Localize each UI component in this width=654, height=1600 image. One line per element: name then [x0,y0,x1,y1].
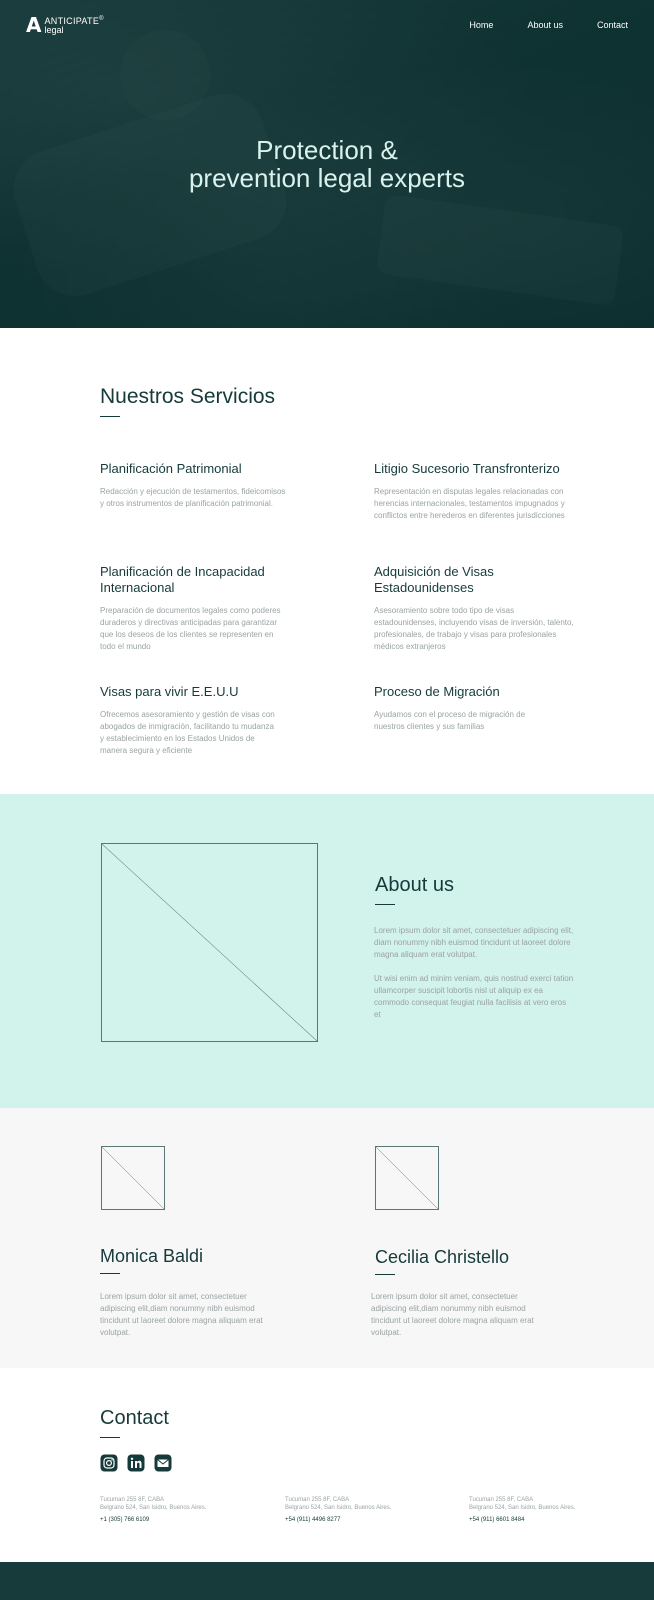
about-section: About us Lorem ipsum dolor sit amet, con… [0,794,654,1108]
service-description: Redacción y ejecución de testamentos, fi… [100,487,286,508]
placeholder-diagonal-icon [102,1147,164,1209]
image-placeholder [101,843,318,1042]
service-description: Asesoramiento sobre todo tipo de visas e… [374,606,574,651]
logo-text: ANTICIPATE® legal [44,16,103,35]
title-underline [100,1273,120,1274]
service-title: Adquisición de Visas Estadounidenses [374,564,494,595]
title-underline [100,416,120,417]
member-name: Monica Baldi [100,1246,204,1266]
logo-mark: A [26,13,42,37]
logo-name: ANTICIPATE [44,15,100,26]
contact-section: Contact Tucuman 255 8F, CABA Belgrano 52… [0,1368,654,1562]
service-item: Proceso de Migración Ayudamos con el pro… [374,684,554,733]
about-title: About us [375,874,454,896]
logo-subtitle: legal [44,24,64,35]
hero-title: Protection & prevention legal experts [0,136,654,192]
title-underline [100,1437,120,1438]
mail-icon[interactable] [154,1454,172,1472]
placeholder-diagonal-icon [376,1147,438,1209]
member-bio: Lorem ipsum dolor sit amet, consectetuer… [100,1292,263,1337]
service-item: Planificación Patrimonial Redacción y ej… [100,461,290,510]
hero-title-line-2: prevention legal experts [188,163,466,193]
member-bio: Lorem ipsum dolor sit amet, consectetuer… [371,1292,534,1337]
service-title: Litigio Sucesorio Transfronterizo [374,461,560,476]
about-paragraph-2: Ut wisi enim ad minim veniam, quis nostr… [374,974,574,1019]
linkedin-icon[interactable] [127,1454,145,1472]
service-item: Planificación de Incapacidad Internacion… [100,564,290,653]
logo[interactable]: A ANTICIPATE® legal [26,15,104,35]
service-description: Preparación de documentos legales como p… [100,606,281,651]
avatar-placeholder [101,1146,165,1210]
service-description: Ayudamos con el proceso de migración de … [374,710,526,731]
about-text: Lorem ipsum dolor sit amet, consectetuer… [374,925,574,1033]
nav-link-home[interactable]: Home [469,20,493,30]
about-paragraph-1: Lorem ipsum dolor sit amet, consectetuer… [374,926,574,959]
top-navigation: A ANTICIPATE® legal Home About us Contac… [0,0,654,50]
contact-title: Contact [100,1407,169,1429]
title-underline [375,904,395,905]
service-description: Representación en disputas legales relac… [374,487,565,520]
service-description: Ofrecemos asesoramiento y gestión de vis… [100,710,275,755]
office-address: Tucuman 255 8F, CABA [285,1497,350,1503]
office-phone[interactable]: +1 (305) 766 6109 [100,1516,240,1524]
office-info: Tucuman 255 8F, CABA Belgrano 524, San I… [469,1496,609,1524]
hero-title-line-1: Protection & [256,135,398,165]
service-item: Adquisición de Visas Estadounidenses Ase… [374,564,574,653]
service-title: Planificación de Incapacidad Internacion… [100,564,265,595]
footer [0,1562,654,1600]
office-address: Belgrano 524, San Isidro, Buenos Aires. [469,1505,576,1511]
services-section: Nuestros Servicios Planificación Patrimo… [0,328,654,794]
instagram-icon[interactable] [100,1454,118,1472]
service-title: Proceso de Migración [374,684,500,699]
logo-registered-mark: ® [99,15,104,22]
nav-links: Home About us Contact [469,20,628,30]
office-address: Belgrano 524, San Isidro, Buenos Aires. [285,1505,392,1511]
hero-section: A ANTICIPATE® legal Home About us Contac… [0,0,654,328]
office-address: Tucuman 255 8F, CABA [100,1497,165,1503]
office-address: Tucuman 255 8F, CABA [469,1497,534,1503]
office-info: Tucuman 255 8F, CABA Belgrano 524, San I… [285,1496,425,1524]
service-title: Planificación Patrimonial [100,461,242,476]
office-phone[interactable]: +54 (911) 6601 8484 [469,1516,609,1524]
avatar-placeholder [375,1146,439,1210]
placeholder-diagonal-icon [102,844,317,1041]
title-underline [375,1274,395,1275]
service-title: Visas para vivir E.E.U.U [100,684,239,699]
team-section: Monica Baldi Lorem ipsum dolor sit amet,… [0,1108,654,1368]
nav-link-about-us[interactable]: About us [527,20,563,30]
service-item: Visas para vivir E.E.U.U Ofrecemos aseso… [100,684,280,757]
services-title: Nuestros Servicios [100,385,276,408]
member-name: Cecilia Christello [375,1247,510,1267]
office-info: Tucuman 255 8F, CABA Belgrano 524, San I… [100,1496,240,1524]
service-item: Litigio Sucesorio Transfronterizo Repres… [374,461,584,522]
office-phone[interactable]: +54 (911) 4496 8277 [285,1516,425,1524]
nav-link-contact[interactable]: Contact [597,20,628,30]
office-address: Belgrano 524, San Isidro, Buenos Aires. [100,1505,207,1511]
social-links [100,1454,172,1472]
